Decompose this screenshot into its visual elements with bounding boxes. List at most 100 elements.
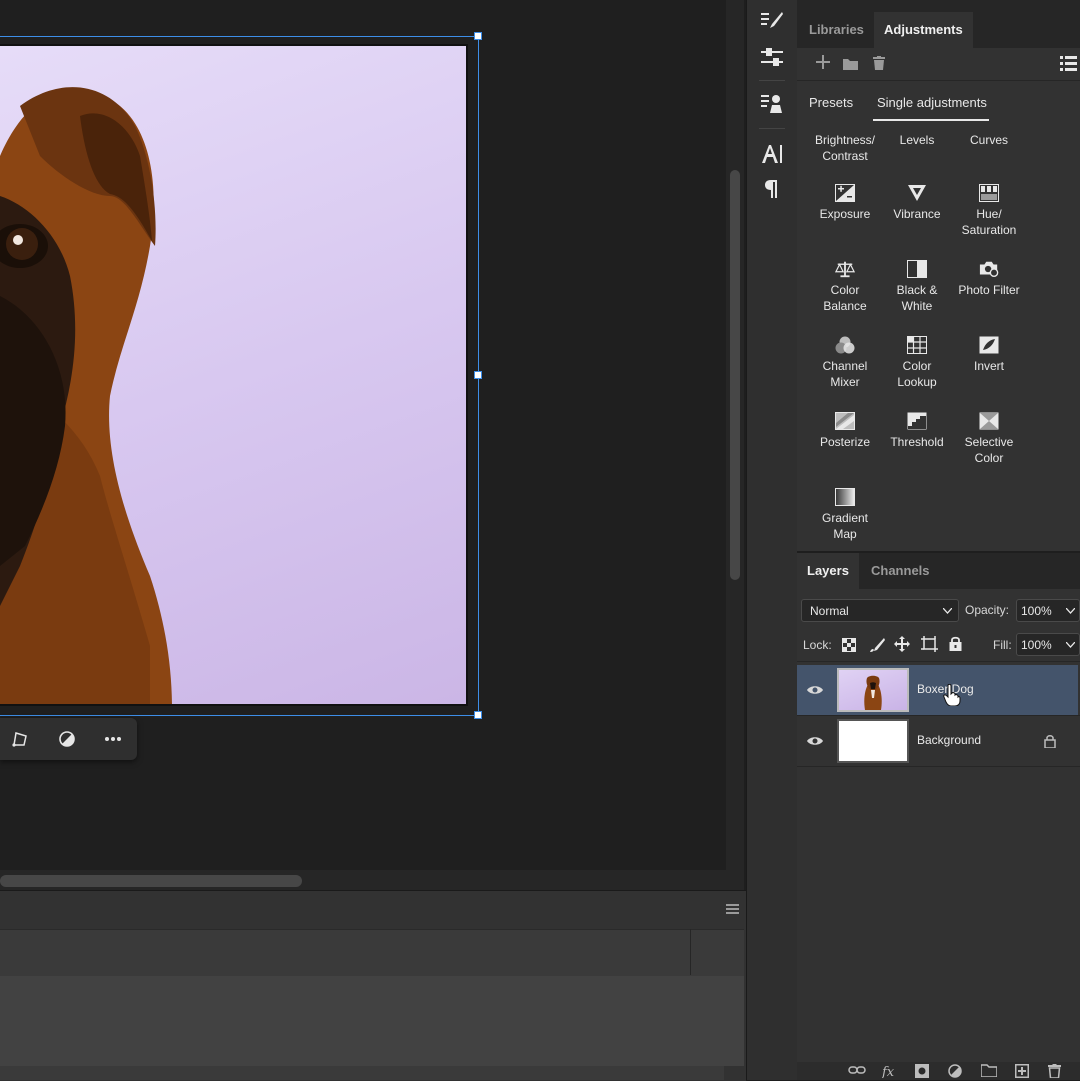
subtab-presets[interactable]: Presets xyxy=(809,95,853,110)
adjustment-color-lookup[interactable]: Color Lookup xyxy=(881,336,953,390)
hand-cursor-icon xyxy=(943,684,961,706)
group-folder-icon[interactable] xyxy=(981,1064,997,1077)
folder-icon[interactable] xyxy=(843,57,858,74)
lock-icon[interactable] xyxy=(1044,734,1056,748)
transform-handle-middle-right[interactable] xyxy=(474,371,482,379)
selection-edge-top xyxy=(0,36,479,37)
lock-label: Lock: xyxy=(803,638,832,652)
contextual-task-bar xyxy=(0,718,137,760)
adjustment-label: Channel Mixer xyxy=(822,359,868,389)
adjustment-exposure[interactable]: Exposure xyxy=(809,184,881,222)
channel-mixer-icon xyxy=(835,336,855,354)
lock-artboard-icon[interactable] xyxy=(921,636,938,656)
adjustment-curves[interactable]: Curves xyxy=(953,132,1025,148)
more-options-icon[interactable] xyxy=(101,728,125,750)
layer-thumbnail[interactable] xyxy=(837,719,909,763)
adjustment-label: Color Balance xyxy=(823,283,867,313)
subtab-single-adjustments[interactable]: Single adjustments xyxy=(877,95,987,110)
adjustment-layer-icon[interactable] xyxy=(948,1064,962,1078)
adjustment-color-balance[interactable]: Color Balance xyxy=(809,260,881,314)
adjustment-circle-icon[interactable] xyxy=(55,728,79,750)
black-white-icon xyxy=(907,260,927,278)
adjustment-label: Posterize xyxy=(819,435,871,449)
color-balance-icon xyxy=(835,261,855,278)
timeline-footer-strip xyxy=(0,1066,724,1080)
exposure-icon xyxy=(835,184,855,202)
delete-layer-icon[interactable] xyxy=(1048,1064,1061,1078)
brush-settings-icon[interactable] xyxy=(757,6,787,36)
layers-channels-tabbar: Layers Channels xyxy=(797,553,1080,589)
boxer-dog-photo xyxy=(0,87,172,704)
tab-layers[interactable]: Layers xyxy=(797,553,859,589)
adjustment-label: Curves xyxy=(969,133,1008,147)
vibrance-icon xyxy=(908,185,926,201)
adjustment-label: Hue/ Saturation xyxy=(961,207,1017,237)
character-type-icon[interactable] xyxy=(757,139,787,169)
adjustment-brightness-contrast[interactable]: Brightness/ Contrast xyxy=(809,132,881,164)
opacity-value: 100% xyxy=(1021,604,1052,618)
boxer-dog-thumbnail xyxy=(864,675,882,710)
secondary-tools-strip xyxy=(746,0,798,1080)
layer-mask-icon[interactable] xyxy=(915,1064,929,1078)
gradient-map-icon xyxy=(835,488,855,506)
lock-position-icon[interactable] xyxy=(894,636,910,656)
lock-all-icon[interactable] xyxy=(949,636,962,655)
blend-mode-select[interactable]: Normal xyxy=(801,599,959,622)
link-layers-icon[interactable] xyxy=(848,1064,866,1076)
add-icon[interactable] xyxy=(816,55,830,73)
adjustment-label: Threshold xyxy=(890,435,944,449)
adjustment-sliders-icon[interactable] xyxy=(757,42,787,72)
adjustment-channel-mixer[interactable]: Channel Mixer xyxy=(809,336,881,390)
adjustment-black-white[interactable]: Black & White xyxy=(881,260,953,314)
clone-source-icon[interactable] xyxy=(757,89,787,119)
adjustment-photo-filter[interactable]: Photo Filter xyxy=(953,260,1025,298)
color-lookup-icon xyxy=(907,336,927,354)
threshold-icon xyxy=(907,412,927,430)
panel-divider xyxy=(797,661,1080,662)
transform-handle-bottom-right[interactable] xyxy=(474,711,482,719)
transform-handle-top-right[interactable] xyxy=(474,32,482,40)
adjustment-levels[interactable]: Levels xyxy=(881,132,953,148)
layer-row-background[interactable]: Background xyxy=(797,716,1078,766)
adjustment-invert[interactable]: Invert xyxy=(953,336,1025,374)
layer-row-boxer-dog[interactable]: Boxer Dog xyxy=(797,665,1078,715)
fx-icon[interactable]: fx xyxy=(882,1064,898,1078)
photo-filter-icon xyxy=(979,261,999,277)
paragraph-icon[interactable] xyxy=(757,174,787,204)
chevron-down-icon xyxy=(1066,642,1075,648)
panel-menu-icon[interactable] xyxy=(726,903,739,917)
fill-value: 100% xyxy=(1021,638,1052,652)
adjustment-hue-saturation[interactable]: Hue/ Saturation xyxy=(953,184,1025,238)
adjustment-vibrance[interactable]: Vibrance xyxy=(881,184,953,222)
eye-icon[interactable] xyxy=(807,733,823,749)
layer-thumbnail[interactable] xyxy=(837,668,909,712)
lock-image-pixels-icon[interactable] xyxy=(869,637,885,657)
boxer-dog-image[interactable] xyxy=(0,44,468,706)
lock-transparent-pixels-icon[interactable] xyxy=(842,638,856,656)
adjustment-posterize[interactable]: Posterize xyxy=(809,412,881,450)
eye-icon[interactable] xyxy=(807,682,823,698)
fill-field[interactable]: 100% xyxy=(1016,633,1080,656)
adjustment-gradient-map[interactable]: Gradient Map xyxy=(809,488,881,542)
tab-adjustments[interactable]: Adjustments xyxy=(874,12,973,48)
right-panel-dock: Libraries Adjustments Presets Single adj… xyxy=(797,0,1080,1080)
tab-libraries[interactable]: Libraries xyxy=(799,12,874,48)
adjustment-threshold[interactable]: Threshold xyxy=(881,412,953,450)
adjustment-selective-color[interactable]: Selective Color xyxy=(953,412,1025,466)
tool-divider xyxy=(759,128,785,129)
trash-icon[interactable] xyxy=(873,56,885,74)
tab-channels[interactable]: Channels xyxy=(861,553,940,589)
transform-icon[interactable] xyxy=(8,728,32,750)
adjustment-label: Vibrance xyxy=(893,207,941,221)
list-view-icon[interactable] xyxy=(1060,56,1077,75)
new-layer-icon[interactable] xyxy=(1015,1064,1029,1078)
timeline-header-row xyxy=(0,929,744,977)
timeline-track-row xyxy=(0,976,744,1066)
horizontal-scroll-thumb[interactable] xyxy=(0,875,302,887)
vertical-scroll-thumb[interactable] xyxy=(730,170,740,580)
adjustment-label: Gradient Map xyxy=(821,511,869,541)
layer-name[interactable]: Background xyxy=(917,733,981,747)
opacity-field[interactable]: 100% xyxy=(1016,599,1080,622)
fill-label: Fill: xyxy=(993,638,1012,652)
adjustment-label: Black & White xyxy=(896,283,938,313)
